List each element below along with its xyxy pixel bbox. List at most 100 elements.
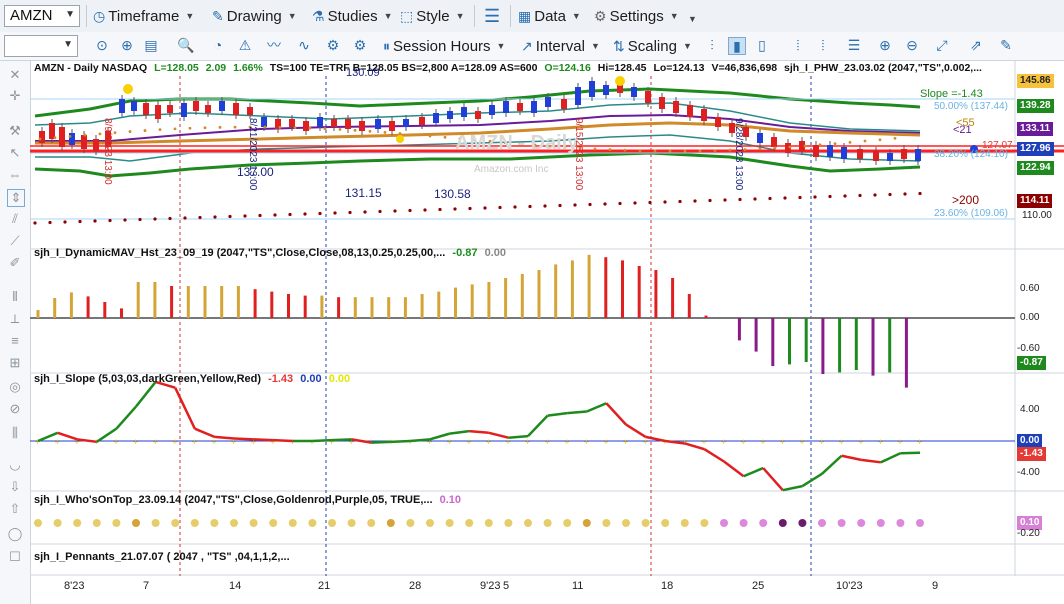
scaling-icon: ⇅: [613, 37, 625, 54]
ma-dot: [233, 125, 237, 129]
crosshair-icon[interactable]: ⊕: [119, 37, 135, 53]
bar-chart-icon[interactable]: ⫶: [704, 37, 720, 53]
line-chart-icon[interactable]: 〰: [266, 37, 282, 53]
slope-zero-marker: +: [897, 437, 902, 447]
resize-icon[interactable]: ⇔: [7, 167, 23, 183]
layout-button[interactable]: ☰: [484, 6, 500, 26]
slope-zero-marker: +: [878, 437, 883, 447]
slope-segment: [331, 438, 352, 442]
ma-dot: [653, 149, 657, 153]
bars-tool-icon[interactable]: ⦀: [7, 289, 23, 305]
down-arrow-icon[interactable]: ⇩: [7, 479, 23, 495]
close-icon[interactable]: ✕: [7, 67, 23, 83]
drawing-menu[interactable]: ✎ Drawing ▼: [212, 6, 297, 26]
whosontop-dot: [504, 519, 513, 527]
studies-menu[interactable]: ⚗ Studies ▼: [312, 6, 393, 26]
ma-dot: [68, 134, 72, 138]
candle-body: [317, 117, 323, 127]
whosontop-dot: [53, 519, 62, 527]
arc-icon[interactable]: ◡: [7, 457, 23, 473]
gann-icon[interactable]: ⊞: [7, 355, 23, 371]
pane2-value-tag: -0.87: [1017, 356, 1046, 370]
slope-zero-marker: +: [780, 437, 785, 447]
slope-segment: [782, 484, 803, 492]
candle-icon[interactable]: ▮: [728, 37, 746, 55]
brush-icon[interactable]: ✐: [7, 255, 23, 271]
compare-icon[interactable]: ⚙: [325, 37, 341, 53]
workspace-combobox[interactable]: ▼: [4, 35, 78, 57]
candle-body: [303, 121, 309, 131]
chevron-down-icon[interactable]: ▼: [65, 9, 75, 20]
cursor-icon[interactable]: ⊙: [94, 37, 110, 53]
ma-dot: [368, 129, 372, 133]
layout2-icon[interactable]: ☰: [846, 37, 862, 53]
data-menu[interactable]: ▦ Data ▼: [518, 6, 581, 26]
pointer-icon[interactable]: ↖: [7, 145, 23, 161]
ma-dot: [848, 140, 852, 144]
time-mark-3: 9/15/2023 13:00: [573, 118, 584, 191]
pitchfork-icon[interactable]: ⫼: [7, 425, 23, 441]
slope-segment: [821, 454, 843, 475]
gt200-label: >200: [952, 193, 980, 207]
hollow-candle-icon[interactable]: ▯: [754, 37, 770, 53]
gauge-icon[interactable]: ◔: [210, 37, 226, 53]
zoom-out-icon[interactable]: ⊖: [904, 37, 920, 53]
session-hours-label: Session Hours: [393, 37, 491, 55]
slope-segment: [861, 458, 881, 464]
hlc-icon[interactable]: ⦙: [815, 37, 831, 53]
chevron-down-icon[interactable]: ▼: [63, 39, 73, 50]
interval-menu[interactable]: ↗ Interval ▼: [521, 36, 600, 56]
zoom-icon[interactable]: 🔍: [177, 37, 194, 53]
grid-icon[interactable]: ▤: [143, 37, 159, 53]
pennants-header: sjh_I_Pennants_21.07.07 ( 2047 , "TS" ,0…: [34, 551, 290, 563]
ma200-dot: [258, 213, 262, 218]
settings-label: Settings: [609, 7, 664, 25]
phw-study-label: sjh_I_PHW_23.03.02 (2047,"TS",0.002,...: [784, 62, 982, 74]
price-axis-127: 127.07: [982, 140, 1013, 151]
cycle-icon[interactable]: ⊘: [7, 401, 23, 417]
style-menu[interactable]: ⬚ Style ▼: [400, 6, 465, 26]
ma-dot: [263, 125, 267, 129]
crosshair-icon[interactable]: ✛: [7, 88, 23, 104]
style-icon: ⬚: [400, 7, 414, 24]
scaling-menu[interactable]: ⇅ Scaling ▼: [613, 36, 692, 56]
x-label-sep23: 9'23: [480, 580, 501, 592]
slope-zero-marker: +: [643, 437, 648, 447]
pivot-high-marker: [123, 84, 133, 94]
up-arrow-icon[interactable]: ⇧: [7, 501, 23, 517]
tool-icon[interactable]: ⚒: [7, 123, 23, 139]
symbol-combobox[interactable]: AMZN ▼: [4, 5, 80, 27]
slope-zero-marker: +: [55, 437, 60, 447]
circle-tool-icon[interactable]: ◎: [7, 379, 23, 395]
fib-icon[interactable]: ≡: [7, 333, 23, 349]
fan-icon[interactable]: ⟂: [7, 311, 23, 327]
timeframe-menu[interactable]: ◷ Timeframe ▼: [93, 6, 194, 26]
zoom-in-icon[interactable]: ⊕: [877, 37, 893, 53]
rectangle-icon[interactable]: ☐: [7, 549, 23, 565]
whosontop-dot: [367, 519, 376, 527]
ma200-dot: [513, 205, 517, 209]
ellipse-icon[interactable]: ◯: [7, 526, 23, 542]
ma-dot: [443, 135, 447, 139]
candle-body: [901, 149, 907, 159]
slope-zero-marker: +: [839, 437, 844, 447]
overflow-icon[interactable]: ▼: [688, 14, 697, 24]
whosontop-dot: [837, 519, 846, 527]
cursor-mode-icon[interactable]: ⇕: [7, 189, 25, 207]
slope-note: Slope =-1.43: [920, 88, 983, 100]
ohlc-icon[interactable]: ⦙: [790, 37, 806, 53]
pulse-icon[interactable]: ∿: [296, 37, 312, 53]
add-study-icon[interactable]: ⇗: [968, 37, 984, 53]
whosontop-dot: [798, 519, 807, 527]
session-hours-menu[interactable]: ⏸ Session Hours ▼: [383, 36, 505, 56]
channel-icon[interactable]: ⫽: [7, 211, 23, 227]
ma200-dot: [438, 207, 442, 212]
fit-icon[interactable]: ⤢: [934, 37, 950, 53]
settings-menu[interactable]: ⚙ Settings ▼: [594, 6, 679, 26]
pen-icon[interactable]: ✎: [998, 37, 1014, 53]
options-icon[interactable]: ⚙: [352, 37, 368, 53]
line-tool-icon[interactable]: ⟋: [7, 233, 23, 249]
alert-icon[interactable]: ⚠: [237, 37, 253, 53]
ma200-dot: [663, 200, 667, 204]
dynamicmav-value-2: 0.00: [484, 247, 506, 259]
